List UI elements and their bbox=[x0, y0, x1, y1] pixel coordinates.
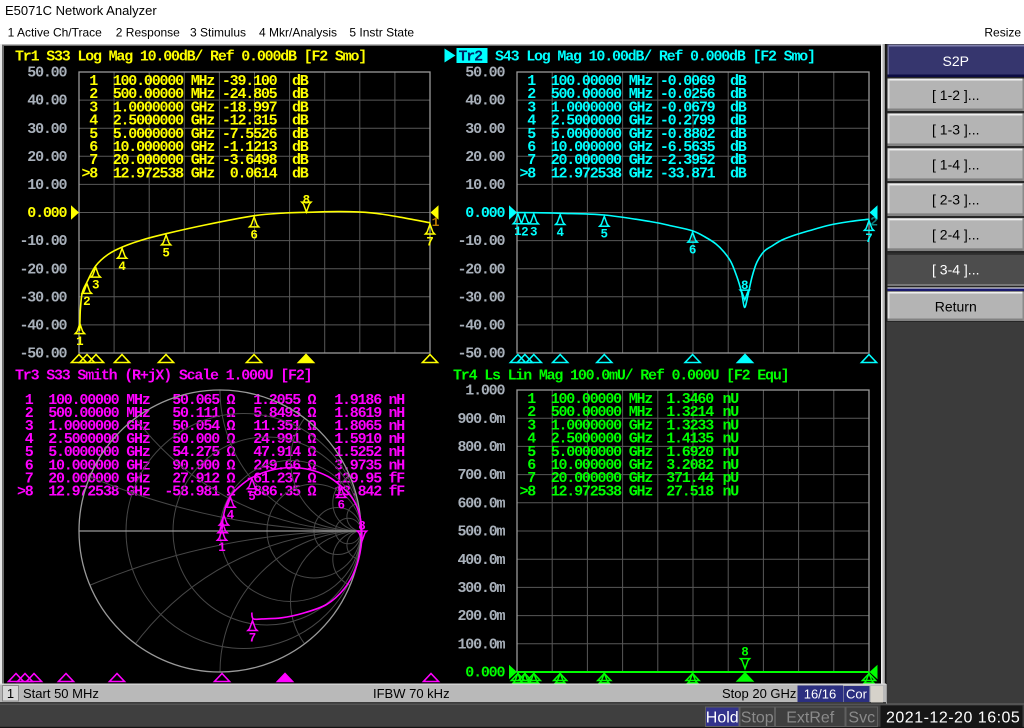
svg-text:3: 3 bbox=[92, 279, 100, 293]
svg-text:Stop: Stop bbox=[741, 710, 774, 727]
svg-text:-50.00: -50.00 bbox=[19, 346, 67, 363]
svg-text:-40.00: -40.00 bbox=[19, 318, 67, 335]
svg-text:16/16: 16/16 bbox=[804, 687, 837, 702]
svg-text:40.00: 40.00 bbox=[27, 93, 67, 110]
svg-text:30.00: 30.00 bbox=[27, 121, 67, 138]
svg-text:1: 1 bbox=[7, 686, 14, 701]
svg-text:10.00: 10.00 bbox=[27, 177, 67, 194]
svg-text:400.0m: 400.0m bbox=[457, 552, 505, 569]
svg-text:IFBW 70 kHz: IFBW 70 kHz bbox=[373, 686, 450, 701]
svg-text:4: 4 bbox=[118, 260, 126, 274]
svg-text:7: 7 bbox=[865, 232, 873, 246]
svg-text:S2P: S2P bbox=[943, 53, 969, 69]
svg-text:Ω: Ω bbox=[308, 483, 317, 500]
svg-text:[ 1-4 ]...: [ 1-4 ]... bbox=[932, 157, 979, 173]
svg-text:40.00: 40.00 bbox=[465, 93, 505, 110]
svg-text:-30.00: -30.00 bbox=[457, 289, 505, 306]
svg-text:dB: dB bbox=[730, 165, 747, 182]
svg-text:Tr1 S33 Log Mag 10.00dB/ Ref 0: Tr1 S33 Log Mag 10.00dB/ Ref 0.000dB [F2… bbox=[15, 49, 366, 66]
svg-text:Tr4 Ls Lin Mag 100.0mU/ Ref 0.: Tr4 Ls Lin Mag 100.0mU/ Ref 0.000U [F2 E… bbox=[453, 368, 788, 385]
svg-text:100.0m: 100.0m bbox=[457, 636, 505, 653]
svg-text:-33.871: -33.871 bbox=[660, 165, 716, 182]
svg-text:0.0614: 0.0614 bbox=[230, 165, 278, 182]
svg-text:50.00: 50.00 bbox=[465, 65, 505, 82]
svg-text:50.00: 50.00 bbox=[27, 65, 67, 82]
svg-text:-40.00: -40.00 bbox=[457, 318, 505, 335]
svg-text:[ 2-3 ]...: [ 2-3 ]... bbox=[932, 192, 979, 208]
svg-text:4 Mkr/Analysis: 4 Mkr/Analysis bbox=[259, 26, 337, 40]
svg-text:4: 4 bbox=[556, 226, 564, 240]
svg-text:>8 12.972538 GHz: >8 12.972538 GHz bbox=[520, 165, 653, 182]
svg-text:3 Stimulus: 3 Stimulus bbox=[190, 26, 246, 40]
svg-text:5: 5 bbox=[601, 228, 609, 242]
svg-text:-20.00: -20.00 bbox=[457, 261, 505, 278]
svg-text:Resize: Resize bbox=[984, 26, 1021, 40]
svg-text:-20.00: -20.00 bbox=[19, 261, 67, 278]
svg-text:>8 12.972538 GHz: >8 12.972538 GHz bbox=[82, 165, 215, 182]
svg-text:2021-12-20 16:05: 2021-12-20 16:05 bbox=[886, 710, 1020, 727]
svg-text:800.0m: 800.0m bbox=[457, 439, 505, 456]
svg-text:1: 1 bbox=[76, 335, 84, 349]
svg-text:2: 2 bbox=[521, 225, 529, 239]
svg-text:Start 50 MHz: Start 50 MHz bbox=[23, 686, 99, 701]
svg-text:7: 7 bbox=[426, 236, 434, 250]
svg-text:6: 6 bbox=[250, 228, 258, 242]
svg-text:20.00: 20.00 bbox=[27, 149, 67, 166]
svg-text:[ 1-2 ]...: [ 1-2 ]... bbox=[932, 87, 979, 103]
svg-text:fF: fF bbox=[389, 483, 406, 500]
svg-text:2: 2 bbox=[83, 295, 91, 309]
svg-text:5: 5 bbox=[162, 246, 170, 260]
svg-text:3: 3 bbox=[530, 225, 538, 239]
svg-text:5: 5 bbox=[248, 490, 256, 504]
svg-text:8: 8 bbox=[741, 279, 749, 293]
svg-text:1 Active Ch/Trace: 1 Active Ch/Trace bbox=[8, 26, 103, 40]
svg-text:6: 6 bbox=[689, 244, 697, 258]
svg-text:600.0m: 600.0m bbox=[457, 495, 505, 512]
svg-text:0.000: 0.000 bbox=[465, 205, 505, 222]
svg-text:1.000: 1.000 bbox=[465, 383, 505, 400]
svg-text:0.000: 0.000 bbox=[465, 665, 505, 682]
svg-text:Stop 20 GHz: Stop 20 GHz bbox=[722, 686, 796, 701]
svg-text:Tr3 S33 Smith (R+jX) Scale 1.0: Tr3 S33 Smith (R+jX) Scale 1.000U [F2] bbox=[15, 368, 311, 385]
svg-text:>8 12.972538 GHz: >8 12.972538 GHz bbox=[520, 483, 653, 500]
svg-text:2 Response: 2 Response bbox=[116, 26, 180, 40]
svg-text:dB: dB bbox=[292, 165, 309, 182]
svg-text:30.00: 30.00 bbox=[465, 121, 505, 138]
svg-text:[ 3-4 ]...: [ 3-4 ]... bbox=[932, 262, 979, 278]
svg-text:200.0m: 200.0m bbox=[457, 608, 505, 625]
svg-text:20.00: 20.00 bbox=[465, 149, 505, 166]
svg-text:10.00: 10.00 bbox=[465, 177, 505, 194]
svg-text:-50.00: -50.00 bbox=[457, 346, 505, 363]
svg-text:1: 1 bbox=[432, 215, 440, 230]
svg-text:S43 Log Mag 10.00dB/ Ref 0.000: S43 Log Mag 10.00dB/ Ref 0.000dB [F2 Smo… bbox=[495, 49, 815, 66]
svg-text:27.518: 27.518 bbox=[666, 483, 714, 500]
svg-text:Hold: Hold bbox=[706, 710, 739, 727]
svg-text:nU: nU bbox=[723, 483, 740, 500]
svg-text:500.0m: 500.0m bbox=[457, 524, 505, 541]
svg-text:Svc: Svc bbox=[848, 710, 875, 727]
svg-text:700.0m: 700.0m bbox=[457, 467, 505, 484]
svg-text:-58.981: -58.981 bbox=[164, 483, 220, 500]
svg-text:900.0m: 900.0m bbox=[457, 411, 505, 428]
svg-text:-10.00: -10.00 bbox=[19, 233, 67, 250]
svg-text:7: 7 bbox=[249, 632, 257, 646]
svg-text:Return: Return bbox=[935, 298, 977, 314]
svg-text:6: 6 bbox=[338, 499, 346, 513]
svg-text:E5071C Network Analyzer: E5071C Network Analyzer bbox=[5, 3, 157, 18]
svg-text:-30.00: -30.00 bbox=[19, 289, 67, 306]
svg-text:ExtRef: ExtRef bbox=[786, 710, 835, 727]
svg-text:0.000: 0.000 bbox=[27, 205, 67, 222]
svg-text:Tr2: Tr2 bbox=[459, 49, 484, 66]
svg-text:300.0m: 300.0m bbox=[457, 580, 505, 597]
svg-text:4: 4 bbox=[227, 508, 235, 522]
svg-text:8: 8 bbox=[741, 646, 749, 660]
svg-text:-10.00: -10.00 bbox=[457, 233, 505, 250]
svg-text:5 Instr State: 5 Instr State bbox=[349, 26, 414, 40]
svg-text:[ 1-3 ]...: [ 1-3 ]... bbox=[932, 122, 979, 138]
svg-text:1: 1 bbox=[218, 541, 226, 555]
svg-text:Cor: Cor bbox=[846, 687, 868, 702]
svg-text:[ 2-4 ]...: [ 2-4 ]... bbox=[932, 227, 979, 243]
